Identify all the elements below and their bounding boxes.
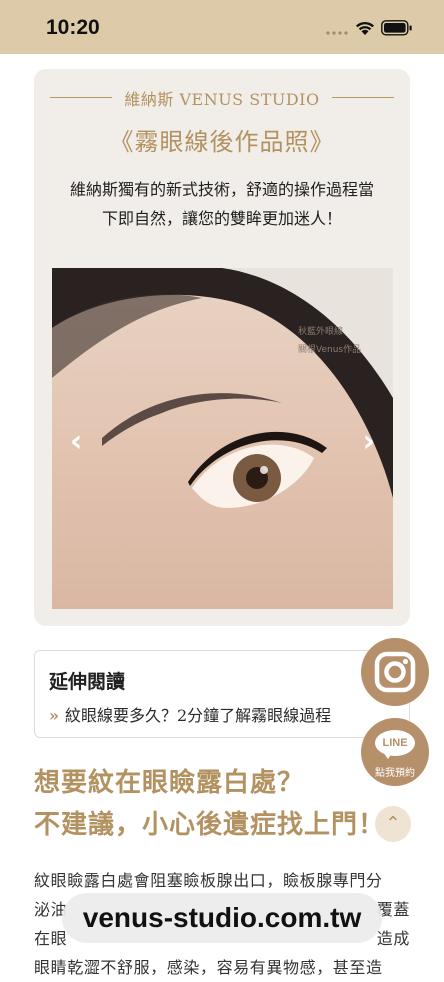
divider-right [332,97,394,98]
body-line: 眼睛乾澀不舒服，感染，容易有異物感，甚至造 [34,958,383,977]
gallery-description: 維納斯獨有的新式技術，舒適的操作過程當 下即自然，讓您的雙眸更加迷人！ [52,175,392,233]
wifi-icon [356,21,374,35]
eye-closeup-image [52,268,393,508]
extended-reading-box: 延伸閱讀 » 紋眼線要多久？2分鐘了解霧眼線過程 [34,650,410,738]
gallery-title: 《霧眼線後作品照》 [109,128,335,156]
headline-line: 想要紋在眼瞼露白處？ [34,768,305,798]
line-bubble-tail [383,752,393,759]
carousel-next-arrow-icon[interactable]: › [363,424,375,459]
gallery-card: 維納斯 VENUS STUDIO 《霧眼線後作品照》 維納斯獨有的新式技術，舒適… [34,69,410,626]
line-icon: LINE [375,730,415,756]
watermark-line: 關根Venus作品 [298,345,362,355]
double-chevron-icon: » [49,706,59,725]
eyeliner-photo[interactable]: 秋藍外眼線 關根Venus作品 ‹ › [52,268,393,609]
line-booking-caption: 點我預約 [375,768,415,779]
extended-reading-title: 延伸閱讀 [49,671,126,693]
extended-reading-link[interactable]: » 紋眼線要多久？2分鐘了解霧眼線過程 [49,702,331,726]
carousel-prev-arrow-icon[interactable]: ‹ [70,424,82,459]
section-headline: 想要紋在眼瞼露白處？ 不建議，小心後遺症找上門！ [34,762,414,846]
studio-label: 維納斯 VENUS STUDIO [124,90,320,109]
body-line: 紋眼瞼露白處會阻塞瞼板腺出口，瞼板腺專門分 [34,871,383,890]
watermark-line: 秋藍外眼線 [298,327,344,337]
photo-watermark: 秋藍外眼線 關根Venus作品 [298,323,361,359]
instagram-button[interactable] [361,638,429,706]
cellular-signal-icon [326,31,348,35]
status-bar: 10:20 [0,0,444,54]
description-line: 下即自然，讓您的雙眸更加迷人！ [101,209,342,228]
url-domain: venus-studio.com.tw [82,902,362,933]
description-line: 維納斯獨有的新式技術，舒適的操作過程當 [69,180,374,199]
battery-icon [381,20,412,36]
line-booking-button[interactable]: LINE 點我預約 [361,718,429,786]
extended-reading-link-label[interactable]: 紋眼線要多久？2分鐘了解霧眼線過程 [65,706,331,725]
studio-label-row: 維納斯 VENUS STUDIO [50,86,394,109]
body-fragment: 造成 [376,929,410,948]
instagram-icon [374,651,416,693]
browser-url-bar[interactable]: venus-studio.com.tw [62,893,382,943]
body-fragment: 在眼 [34,929,68,948]
status-time: 10:20 [46,16,100,39]
headline-line: 不建議，小心後遺症找上門！ [34,810,386,840]
chevron-up-icon: ⌃ [385,813,401,834]
back-to-top-button[interactable]: ⌃ [375,806,411,842]
